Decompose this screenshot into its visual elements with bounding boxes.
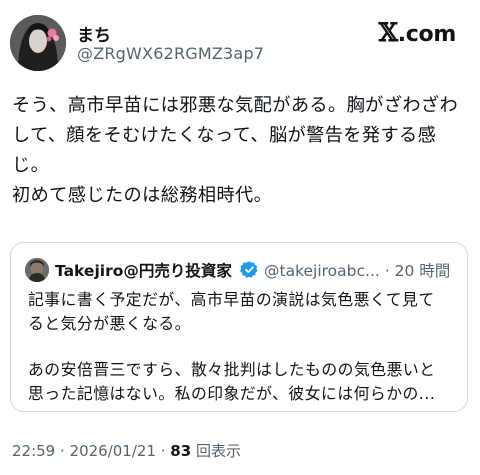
quoted-author-name: Takejiro@円売り投資家 bbox=[55, 262, 232, 280]
post-line: じ。 bbox=[12, 155, 50, 176]
post-text: そう、高市早苗には邪悪な気配がある。胸がざわざわ して、顔をそむけたくなって、脳… bbox=[12, 91, 474, 211]
author-avatar[interactable] bbox=[10, 15, 66, 71]
post-footer: 22:59 · 2026/01/21 · 83 回表示 bbox=[12, 440, 241, 461]
brand-suffix: .com bbox=[397, 22, 457, 47]
quoted-post-text: 記事に書く予定だが、高市早苗の演説は気色悪くて見て ると気分が悪くなる。 あの安… bbox=[28, 288, 458, 406]
x-logo-icon: 𝕏 bbox=[378, 18, 398, 47]
views-label: 回表示 bbox=[191, 442, 241, 460]
quoted-line: 思った記憶はない。私の印象だが、彼女には何らかの... bbox=[28, 384, 436, 403]
views-count: 83 bbox=[170, 442, 192, 460]
quoted-post-card[interactable]: Takejiro@円売り投資家 @takejiroabc... · 20 時間 … bbox=[10, 242, 468, 412]
quoted-line-blank bbox=[28, 336, 458, 358]
quoted-handle-time: @takejiroabc... · 20 時間 bbox=[264, 262, 451, 280]
verified-badge-icon bbox=[240, 261, 258, 278]
quoted-line: あの安倍晋三ですら、散々批判はしたものの気色悪いと bbox=[28, 360, 436, 379]
post-line: して、顔をそむけたくなって、脳が警告を発する感 bbox=[12, 125, 437, 146]
author-handle[interactable]: @ZRgWX62RGMZ3ap7 bbox=[77, 44, 264, 63]
post-line: そう、高市早苗には邪悪な気配がある。胸がざわざわ bbox=[12, 95, 459, 116]
quoted-line: ると気分が悪くなる。 bbox=[28, 314, 191, 333]
post-line: 初めて感じたのは総務相時代。 bbox=[12, 185, 273, 206]
author-display-name[interactable]: まち bbox=[77, 21, 111, 46]
quoted-author-avatar bbox=[25, 258, 49, 282]
x-com-logo: 𝕏.com bbox=[378, 18, 457, 47]
quoted-line: 記事に書く予定だが、高市早苗の演説は気色悪くて見て bbox=[28, 290, 435, 309]
post-timestamp[interactable]: 22:59 · 2026/01/21 · bbox=[12, 442, 170, 460]
